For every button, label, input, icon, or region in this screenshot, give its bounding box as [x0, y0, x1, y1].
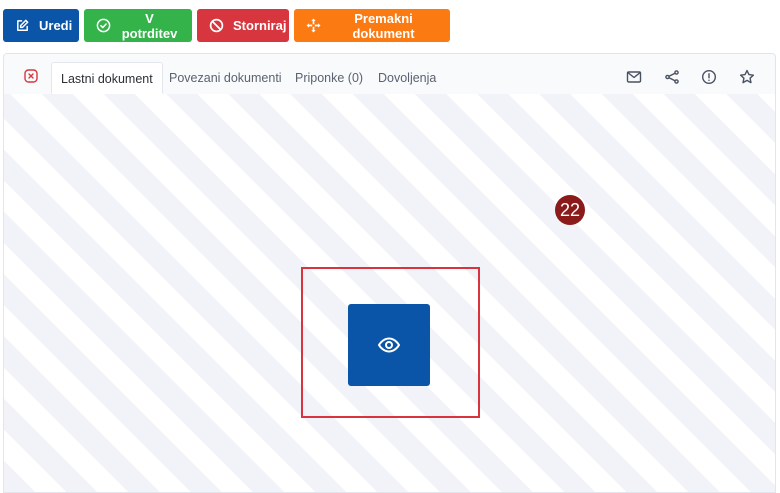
edit-button[interactable]: Uredi — [3, 9, 79, 42]
step-badge: 22 — [555, 195, 585, 225]
check-circle-icon — [96, 18, 111, 33]
ban-icon — [209, 18, 224, 33]
confirm-button[interactable]: V potrditev — [84, 9, 192, 42]
eye-icon — [378, 337, 400, 353]
edit-button-label: Uredi — [39, 18, 73, 33]
move-document-button[interactable]: Premakni dokument — [294, 9, 450, 42]
move-document-label: Premakni dokument — [352, 10, 415, 41]
tab-bar: Lastni dokument Povezani dokumenti Pripo… — [4, 54, 775, 95]
preview-button[interactable] — [348, 304, 430, 386]
tab-attachments[interactable]: Priponke (0) — [295, 62, 363, 94]
cancel-document-button[interactable]: Storniraj — [197, 9, 289, 42]
action-toolbar: Uredi V potrditev Storniraj Premakni dok… — [3, 9, 450, 42]
edit-icon — [17, 19, 29, 31]
cancel-document-label: Storniraj — [233, 18, 287, 33]
close-icon[interactable] — [24, 69, 38, 83]
move-icon — [306, 18, 321, 33]
tab-own-document[interactable]: Lastni dokument — [51, 62, 163, 94]
info-icon[interactable] — [701, 69, 717, 85]
confirm-button-label: V potrditev — [121, 10, 178, 41]
share-icon[interactable] — [664, 69, 680, 85]
tab-linked-documents[interactable]: Povezani dokumenti — [169, 62, 282, 94]
star-icon[interactable] — [739, 69, 755, 85]
mail-icon[interactable] — [626, 69, 642, 85]
tab-permissions[interactable]: Dovoljenja — [378, 62, 436, 94]
